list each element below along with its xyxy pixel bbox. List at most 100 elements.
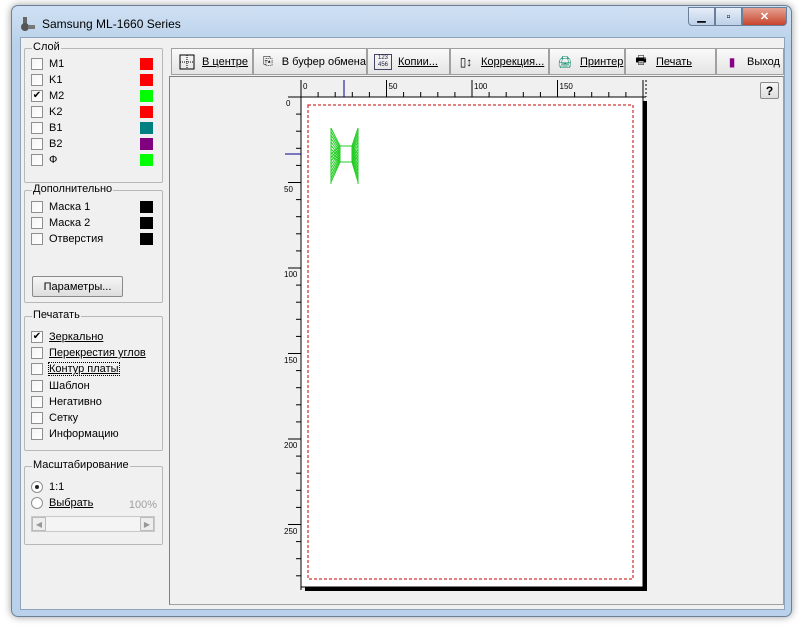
scroll-right-button[interactable]: ▶ <box>140 517 154 531</box>
layer-color-swatch[interactable] <box>140 74 153 86</box>
printer-button[interactable]: 🖨 Принтер <box>549 48 625 75</box>
checkbox[interactable] <box>31 138 43 150</box>
checkbox[interactable] <box>31 106 43 118</box>
ruler-y-label: 100 <box>284 270 298 279</box>
checkbox-label: Отверстия <box>49 233 104 245</box>
copies-label: Копии... <box>398 55 438 68</box>
radio-label: 1:1 <box>49 481 65 493</box>
checkbox-label: Ф <box>49 154 58 166</box>
app-icon <box>21 17 35 31</box>
clipboard-icon: ⎘ <box>263 54 273 68</box>
correction-button[interactable]: ▯↕ Коррекция... <box>450 48 549 75</box>
checkbox-label: Сетку <box>49 412 79 424</box>
layers-item[interactable]: ✔ M2 <box>31 89 64 103</box>
extra-group: Дополнительно Маска 1 Маска 2 Отверстия Па… <box>24 183 163 303</box>
checkbox[interactable] <box>31 217 43 229</box>
print-button[interactable]: 🖶 Печать <box>625 48 716 75</box>
ruler-y-label: 250 <box>284 526 298 536</box>
checkbox-label: Маска 2 <box>49 217 91 229</box>
minimize-button[interactable]: ▁ <box>688 7 715 26</box>
clipboard-label: В буфер обмена <box>281 55 366 68</box>
ruler-y-label: 150 <box>284 355 298 365</box>
checkbox[interactable] <box>31 412 43 424</box>
layer-color-swatch[interactable] <box>140 58 153 70</box>
copies-button[interactable]: 123 456 Копии... <box>367 48 450 75</box>
checkbox[interactable] <box>31 428 43 441</box>
center-label: В центре <box>202 55 249 68</box>
ruler-x-label: 50 <box>388 82 398 91</box>
checkbox[interactable]: ✔ <box>31 90 43 102</box>
ruler-x-label: 0 <box>303 82 308 91</box>
maximize-icon: ▫ <box>726 10 731 23</box>
exit-button[interactable]: ▮ Выход <box>716 48 784 75</box>
center-button[interactable]: В центре <box>171 48 253 75</box>
extra-item[interactable]: Отверстия <box>31 232 103 246</box>
layers-item[interactable]: B1 <box>31 121 62 135</box>
layer-color-swatch[interactable] <box>140 217 153 229</box>
scale-percent: 100% <box>128 499 157 511</box>
layer-color-swatch[interactable] <box>140 138 153 150</box>
close-button[interactable]: ✕ <box>742 7 787 26</box>
clipboard-button[interactable]: ⎘ В буфер обмена <box>253 48 367 75</box>
layer-color-swatch[interactable] <box>140 201 153 213</box>
print-item[interactable]: Негативно <box>31 395 102 409</box>
print-item[interactable]: Контур платы <box>31 362 120 377</box>
layer-color-swatch[interactable] <box>140 90 153 102</box>
checkbox-label: Контур платы <box>48 362 120 377</box>
layers-item[interactable]: K1 <box>31 73 62 87</box>
print-item[interactable]: ✔ Зеркально <box>31 330 103 344</box>
exit-label: Выход <box>747 55 780 68</box>
ruler-x-label: 150 <box>559 82 573 91</box>
print-item[interactable]: Информацию <box>31 427 119 441</box>
printer-setup-icon: 🖨 <box>557 54 573 69</box>
checkbox[interactable] <box>31 347 43 360</box>
checkbox[interactable] <box>31 201 43 213</box>
ruler-y-label: 200 <box>284 441 298 450</box>
checkbox[interactable] <box>31 122 43 134</box>
print-item[interactable]: Перекрестия углов <box>31 346 146 360</box>
scale-choose-radio[interactable]: Выбрать <box>31 496 93 510</box>
checkbox-label: K1 <box>49 74 63 86</box>
checkbox[interactable] <box>31 395 43 408</box>
print-item[interactable]: Сетку <box>31 411 78 425</box>
app-window: Samsung ML-1660 Series ▁ ▫ ✕ Слой M1 K1 ✔ M… <box>11 5 792 617</box>
checkbox[interactable] <box>31 154 43 166</box>
maximize-button[interactable]: ▫ <box>715 7 742 26</box>
scroll-left-button[interactable]: ◀ <box>32 517 46 531</box>
layer-color-swatch[interactable] <box>140 122 153 134</box>
checkbox[interactable] <box>31 74 43 86</box>
printer-label: Принтер <box>580 55 624 68</box>
window-title: Samsung ML-1660 Series <box>42 17 181 31</box>
layers-item[interactable]: M1 <box>31 57 64 71</box>
print-item[interactable]: Шаблон <box>31 379 90 393</box>
exit-door-icon: ▮ <box>728 54 736 69</box>
scale-slider[interactable]: ◀ ▶ <box>31 516 155 532</box>
parameters-button[interactable]: Параметры... <box>32 276 123 297</box>
layer-color-swatch[interactable] <box>140 106 153 118</box>
layers-title: Слой <box>32 41 61 53</box>
print-label: Печать <box>656 55 693 68</box>
checkbox[interactable]: ✔ <box>31 331 43 343</box>
layer-color-swatch[interactable] <box>140 233 153 245</box>
checkbox-label: K2 <box>49 106 63 118</box>
checkbox[interactable] <box>31 379 43 392</box>
checkbox[interactable] <box>31 58 43 70</box>
checkbox-label: Перекрестия углов <box>49 347 146 360</box>
checkbox-label: Зеркально <box>49 331 104 343</box>
client-area: Слой M1 K1 ✔ M2 K2 B1 B2 Ф Дополнительно Маска … <box>20 37 785 610</box>
layer-color-swatch[interactable] <box>140 154 153 166</box>
extra-item[interactable]: Маска 2 <box>31 216 90 230</box>
checkbox[interactable] <box>31 233 43 245</box>
scale-1to1-radio[interactable]: 1:1 <box>31 480 64 494</box>
layers-item[interactable]: Ф <box>31 153 57 167</box>
ruler-y-label: 50 <box>284 184 293 194</box>
checkbox-label: B1 <box>49 122 63 134</box>
layers-item[interactable]: B2 <box>31 137 62 151</box>
checkbox[interactable] <box>31 363 43 376</box>
checkbox-label: M1 <box>49 58 65 70</box>
ruler-correction-icon: ▯↕ <box>459 54 473 69</box>
preview-canvas[interactable]: ? 0 50 100 150 0 50 100 150 200 250 <box>169 76 784 605</box>
extra-item[interactable]: Маска 1 <box>31 200 90 214</box>
print-title: Печатать <box>32 309 81 321</box>
layers-item[interactable]: K2 <box>31 105 62 119</box>
